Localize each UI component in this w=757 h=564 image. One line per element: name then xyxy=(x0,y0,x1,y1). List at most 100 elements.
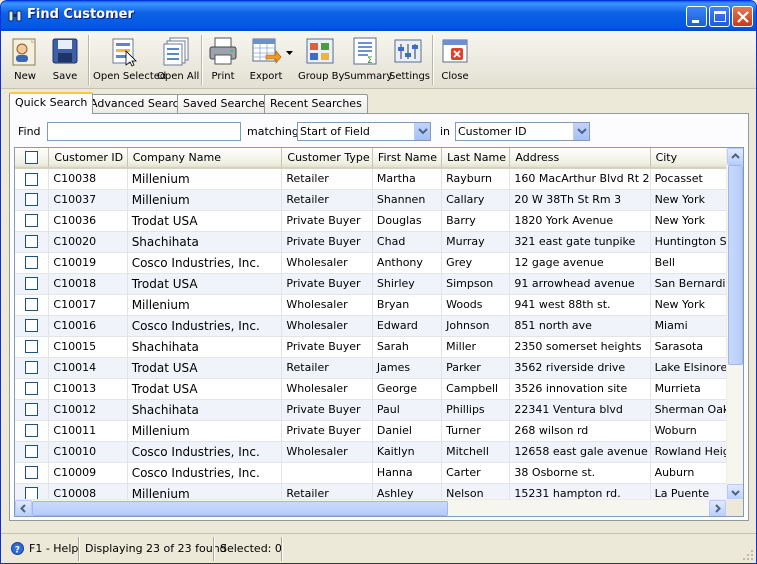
row-checkbox[interactable] xyxy=(25,466,39,480)
open-selected-button[interactable]: Open Selected xyxy=(93,33,166,87)
horizontal-scrollbar[interactable] xyxy=(15,499,726,516)
select-all-header[interactable] xyxy=(15,148,50,169)
table-row[interactable]: C10009 Cosco Industries, Inc. Hanna Carter 3… xyxy=(15,462,743,484)
table-row[interactable]: C10020 Shachihata Private Buyer Chad Murray 3… xyxy=(15,231,743,253)
resize-grip-icon[interactable] xyxy=(742,549,754,561)
table-row[interactable]: C10015 Shachihata Private Buyer Sarah Miller… xyxy=(15,336,743,358)
cell-customer-id: C10019 xyxy=(48,252,128,274)
table-row[interactable]: C10014 Trodat USA Retailer James Parker 3562 … xyxy=(15,357,743,379)
table-row[interactable]: C10036 Trodat USA Private Buyer Douglas Barr… xyxy=(15,210,743,232)
settings-button[interactable]: Settings xyxy=(389,33,430,87)
row-select-cell[interactable] xyxy=(15,378,50,400)
save-button[interactable]: Save xyxy=(47,33,83,87)
row-checkbox[interactable] xyxy=(25,172,39,186)
close-window-button[interactable] xyxy=(732,6,753,27)
row-checkbox[interactable] xyxy=(25,193,39,207)
column-header-first-name[interactable]: First Name xyxy=(372,148,443,169)
table-row[interactable]: C10037 Millenium Retailer Shannen Callary 20 … xyxy=(15,189,743,211)
row-select-cell[interactable] xyxy=(15,189,50,211)
minimize-button[interactable] xyxy=(686,6,707,27)
row-select-cell[interactable] xyxy=(15,420,50,442)
tab-quick-search[interactable]: Quick Search xyxy=(9,92,94,114)
tab-recent-searches[interactable]: Recent Searches xyxy=(264,94,368,113)
cell-last-name: Johnson xyxy=(441,315,511,337)
print-button[interactable]: Print xyxy=(205,33,241,87)
select-all-checkbox[interactable] xyxy=(25,151,39,165)
table-row[interactable]: C10017 Millenium Wholesaler Bryan Woods 941 w… xyxy=(15,294,743,316)
table-row[interactable]: C10012 Shachihata Private Buyer Paul Phillip… xyxy=(15,399,743,421)
column-header-address[interactable]: Address xyxy=(509,148,651,169)
row-select-cell[interactable] xyxy=(15,462,50,484)
row-checkbox[interactable] xyxy=(25,424,39,438)
row-select-cell[interactable] xyxy=(15,168,50,190)
table-row[interactable]: C10013 Trodat USA Wholesaler George Campbell… xyxy=(15,378,743,400)
tab-saved-searches[interactable]: Saved Searches xyxy=(177,94,277,113)
table-row[interactable]: C10010 Cosco Industries, Inc. Wholesaler Ka… xyxy=(15,441,743,463)
title-bar[interactable]: Find Customer xyxy=(1,1,756,31)
table-row[interactable]: C10011 Millenium Private Buyer Daniel Turner… xyxy=(15,420,743,442)
row-select-cell[interactable] xyxy=(15,294,50,316)
row-checkbox[interactable] xyxy=(25,277,39,291)
open-all-button[interactable]: Open All xyxy=(157,33,199,87)
row-checkbox[interactable] xyxy=(25,256,39,270)
find-input[interactable] xyxy=(47,122,241,141)
row-select-cell[interactable] xyxy=(15,252,50,274)
column-header-customer-type[interactable]: Customer Type xyxy=(281,148,373,169)
summary-label: Summary xyxy=(344,71,393,82)
table-row[interactable]: C10018 Trodat USA Private Buyer Shirley Simp… xyxy=(15,273,743,295)
row-checkbox[interactable] xyxy=(25,445,39,459)
scroll-right-button[interactable] xyxy=(709,500,726,516)
column-header-customer-id[interactable]: Customer ID xyxy=(48,148,128,169)
maximize-button[interactable] xyxy=(709,6,730,27)
row-select-cell[interactable] xyxy=(15,210,50,232)
cell-address: 22341 Ventura blvd xyxy=(509,399,651,421)
row-select-cell[interactable] xyxy=(15,357,50,379)
help-icon[interactable]: ? xyxy=(11,542,24,555)
row-checkbox[interactable] xyxy=(25,382,39,396)
row-select-cell[interactable] xyxy=(15,399,50,421)
row-checkbox[interactable] xyxy=(25,403,39,417)
chevron-down-icon[interactable] xyxy=(286,51,293,56)
field-select[interactable]: Customer ID xyxy=(455,122,590,141)
row-checkbox[interactable] xyxy=(25,298,39,312)
table-row[interactable]: C10038 Millenium Retailer Martha Rayburn 160 … xyxy=(15,168,743,190)
cell-customer-type xyxy=(281,462,373,484)
row-select-cell[interactable] xyxy=(15,231,50,253)
row-select-cell[interactable] xyxy=(15,315,50,337)
close-button[interactable]: Close xyxy=(437,33,473,87)
row-checkbox[interactable] xyxy=(25,319,39,333)
group-by-button[interactable]: Group By xyxy=(298,33,344,87)
cell-company-name: Trodat USA xyxy=(127,357,283,379)
row-checkbox[interactable] xyxy=(25,214,39,228)
cell-company-name: Millenium xyxy=(127,420,283,442)
summary-button[interactable]: Σ Summary xyxy=(344,33,393,87)
horizontal-scroll-thumb[interactable] xyxy=(32,501,448,516)
export-button[interactable]: Export xyxy=(247,33,297,87)
row-select-cell[interactable] xyxy=(15,336,50,358)
chevron-down-icon[interactable] xyxy=(414,123,430,140)
row-checkbox[interactable] xyxy=(25,235,39,249)
vertical-scroll-thumb[interactable] xyxy=(728,165,743,365)
cell-last-name: Phillips xyxy=(441,399,511,421)
tab-advanced-search[interactable]: Advanced Search xyxy=(84,94,192,113)
cell-customer-id: C10015 xyxy=(48,336,128,358)
new-customer-icon xyxy=(12,38,36,66)
cell-first-name: Edward xyxy=(372,315,443,337)
column-header-company-name[interactable]: Company Name xyxy=(127,148,283,169)
row-checkbox[interactable] xyxy=(25,340,39,354)
table-row[interactable]: C10019 Cosco Industries, Inc. Wholesaler An… xyxy=(15,252,743,274)
table-row[interactable]: C10016 Cosco Industries, Inc. Wholesaler Ed… xyxy=(15,315,743,337)
chevron-down-icon[interactable] xyxy=(573,123,589,140)
in-label: in xyxy=(440,125,451,138)
column-header-last-name[interactable]: Last Name xyxy=(441,148,511,169)
row-select-cell[interactable] xyxy=(15,441,50,463)
row-select-cell[interactable] xyxy=(15,273,50,295)
vertical-scrollbar[interactable] xyxy=(726,148,743,501)
cell-last-name: Campbell xyxy=(441,378,511,400)
customer-grid: Customer ID Company Name Customer Type F… xyxy=(14,147,744,517)
row-checkbox[interactable] xyxy=(25,361,39,375)
new-button[interactable]: New xyxy=(7,33,43,87)
scroll-up-button[interactable] xyxy=(727,148,743,165)
scroll-left-button[interactable] xyxy=(15,500,32,516)
matching-select[interactable]: Start of Field xyxy=(297,122,431,141)
